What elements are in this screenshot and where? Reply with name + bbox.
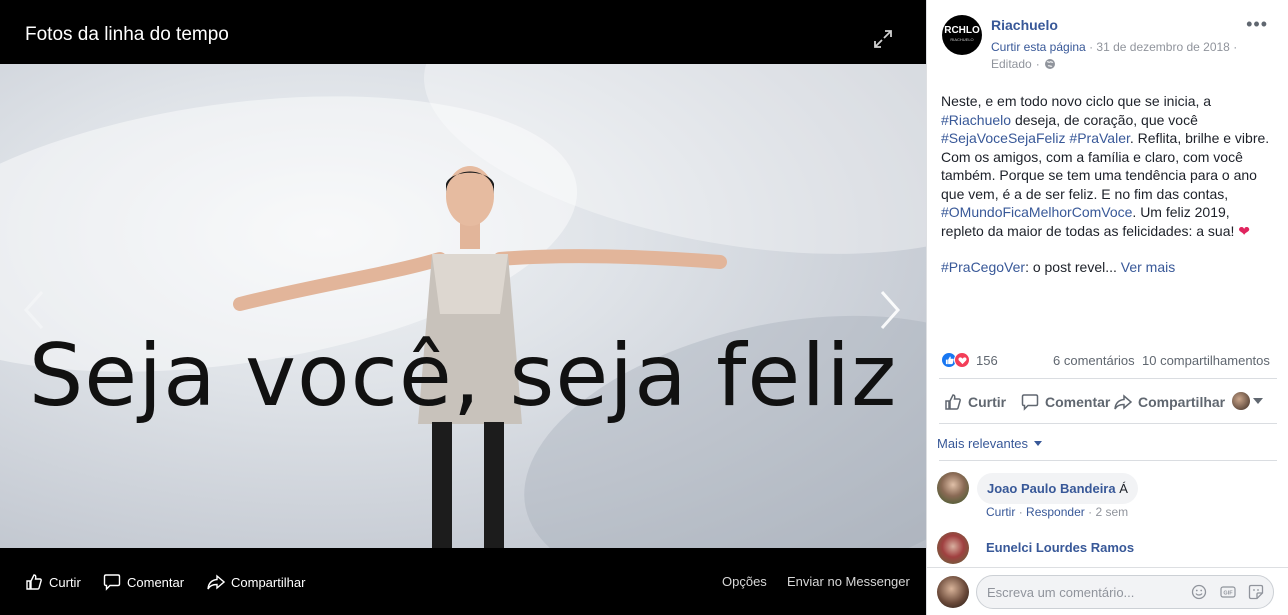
comment-text: Á xyxy=(1119,481,1128,496)
chevron-down-icon[interactable] xyxy=(1253,398,1263,404)
post-share-button[interactable]: Compartilhar xyxy=(1114,393,1225,411)
comment-sort-label: Mais relevantes xyxy=(937,436,1029,451)
timeline-photo[interactable]: Seja você, seja feliz xyxy=(0,64,926,548)
svg-text:GIF: GIF xyxy=(1223,591,1233,597)
commenter-avatar[interactable] xyxy=(937,532,969,564)
reactions-summary[interactable]: 156 xyxy=(941,352,998,368)
photo-theater: Fotos da linha do tempo Seja você, seja … xyxy=(0,0,1288,615)
comment-sort-dropdown[interactable]: Mais relevantes xyxy=(937,436,1043,451)
chevron-down-icon xyxy=(1034,441,1043,446)
comment-icon xyxy=(103,574,121,591)
post-comment-button[interactable]: Comentar xyxy=(1021,393,1110,411)
hashtag-link[interactable]: #Riachuelo xyxy=(941,112,1011,128)
meta-separator: · xyxy=(1035,57,1040,71)
viewer-share-button[interactable]: Compartilhar xyxy=(207,573,305,591)
divider xyxy=(939,423,1277,424)
post-text-segment: : o post revel... xyxy=(1025,259,1121,275)
post-panel: RCHLO RIACHUELO Riachuelo ••• Curtir est… xyxy=(926,0,1288,615)
gif-icon[interactable]: GIF xyxy=(1220,584,1236,600)
post-as-avatar[interactable] xyxy=(1232,392,1250,410)
like-page-link[interactable]: Curtir esta página xyxy=(991,40,1086,54)
more-options-icon[interactable]: ••• xyxy=(1246,14,1268,35)
reactions-count: 156 xyxy=(976,352,998,368)
viewer-like-button[interactable]: Curtir xyxy=(25,573,81,591)
post-like-label: Curtir xyxy=(968,394,1007,410)
viewer-comment-label: Comentar xyxy=(127,574,185,590)
meta-separator: · xyxy=(1018,505,1027,519)
next-photo-arrow-icon[interactable] xyxy=(876,288,906,332)
comment-actions: Curtir · Responder · 2 sem xyxy=(986,505,1128,519)
sticker-icon[interactable] xyxy=(1248,584,1264,600)
post-text-segment: deseja, de coração, que você xyxy=(1011,111,1198,128)
viewer-comment-button[interactable]: Comentar xyxy=(103,573,184,591)
post-edited-line: Editado · xyxy=(991,57,1056,71)
comment-reply-link[interactable]: Responder xyxy=(1026,505,1085,519)
post-share-label: Compartilhar xyxy=(1138,394,1226,410)
photo-overlay-text: Seja você, seja feliz xyxy=(28,326,898,426)
post-body: Neste, e em todo novo ciclo que se inici… xyxy=(941,92,1271,277)
comments-count-link[interactable]: 6 comentários xyxy=(1053,353,1135,368)
comment-author-link[interactable]: Joao Paulo Bandeira xyxy=(987,481,1116,496)
previous-photo-arrow-icon[interactable] xyxy=(18,288,48,332)
post-meta: Curtir esta página · 31 de dezembro de 2… xyxy=(991,40,1237,54)
post-date[interactable]: 31 de dezembro de 2018 xyxy=(1096,40,1229,54)
shares-count-link[interactable]: 10 compartilhamentos xyxy=(1142,353,1270,368)
post-like-button[interactable]: Curtir xyxy=(944,393,1006,411)
thumbs-up-icon xyxy=(945,394,961,410)
love-reaction-icon xyxy=(954,352,970,368)
comment-time[interactable]: 2 sem xyxy=(1095,505,1128,519)
viewer-share-label: Compartilhar xyxy=(231,574,306,590)
comment-author-link[interactable]: Eunelci Lourdes Ramos xyxy=(986,540,1134,555)
share-icon xyxy=(1114,394,1132,410)
expand-icon[interactable] xyxy=(872,28,894,50)
divider xyxy=(939,378,1277,379)
commenter-avatar[interactable] xyxy=(937,472,969,504)
divider xyxy=(939,460,1277,461)
page-name-link[interactable]: Riachuelo xyxy=(991,17,1058,33)
see-more-link[interactable]: Ver mais xyxy=(1121,259,1175,275)
heart-emoji-icon: ❤ xyxy=(1238,222,1251,239)
hashtag-link[interactable]: #OMundoFicaMelhorComVoce xyxy=(941,204,1132,220)
current-user-avatar[interactable] xyxy=(937,576,969,608)
globe-icon[interactable] xyxy=(1044,58,1056,70)
page-avatar-sub: RIACHUELO xyxy=(950,37,974,42)
page-avatar[interactable]: RCHLO RIACHUELO xyxy=(942,15,982,55)
meta-separator: · xyxy=(1233,40,1238,54)
hashtag-link[interactable]: #PraValer xyxy=(1069,130,1129,146)
comment-composer: GIF xyxy=(927,567,1288,615)
emoji-icon[interactable] xyxy=(1191,584,1207,600)
viewer-action-bar: Curtir Comentar Compartilhar Opções Envi… xyxy=(0,548,926,615)
hashtag-link[interactable]: #PraCegoVer xyxy=(941,259,1025,275)
send-messenger-link[interactable]: Enviar no Messenger xyxy=(787,574,910,589)
comment-like-link[interactable]: Curtir xyxy=(986,505,1015,519)
page-avatar-logo: RCHLO xyxy=(944,25,980,36)
options-link[interactable]: Opções xyxy=(722,574,767,589)
post-comment-label: Comentar xyxy=(1045,394,1111,410)
viewer-like-label: Curtir xyxy=(49,574,81,590)
post-text-segment: Neste, e em todo novo ciclo que se inici… xyxy=(941,93,1212,109)
hashtag-link[interactable]: #SejaVoceSejaFeliz xyxy=(941,130,1066,146)
thumbs-up-icon xyxy=(26,574,42,590)
share-icon xyxy=(207,574,225,590)
edited-label[interactable]: Editado xyxy=(991,57,1032,71)
viewer-title: Fotos da linha do tempo xyxy=(25,24,229,45)
comment-icon xyxy=(1021,394,1039,411)
photo-viewer: Fotos da linha do tempo Seja você, seja … xyxy=(0,0,926,615)
comment-bubble: Joao Paulo Bandeira Á xyxy=(977,473,1138,504)
